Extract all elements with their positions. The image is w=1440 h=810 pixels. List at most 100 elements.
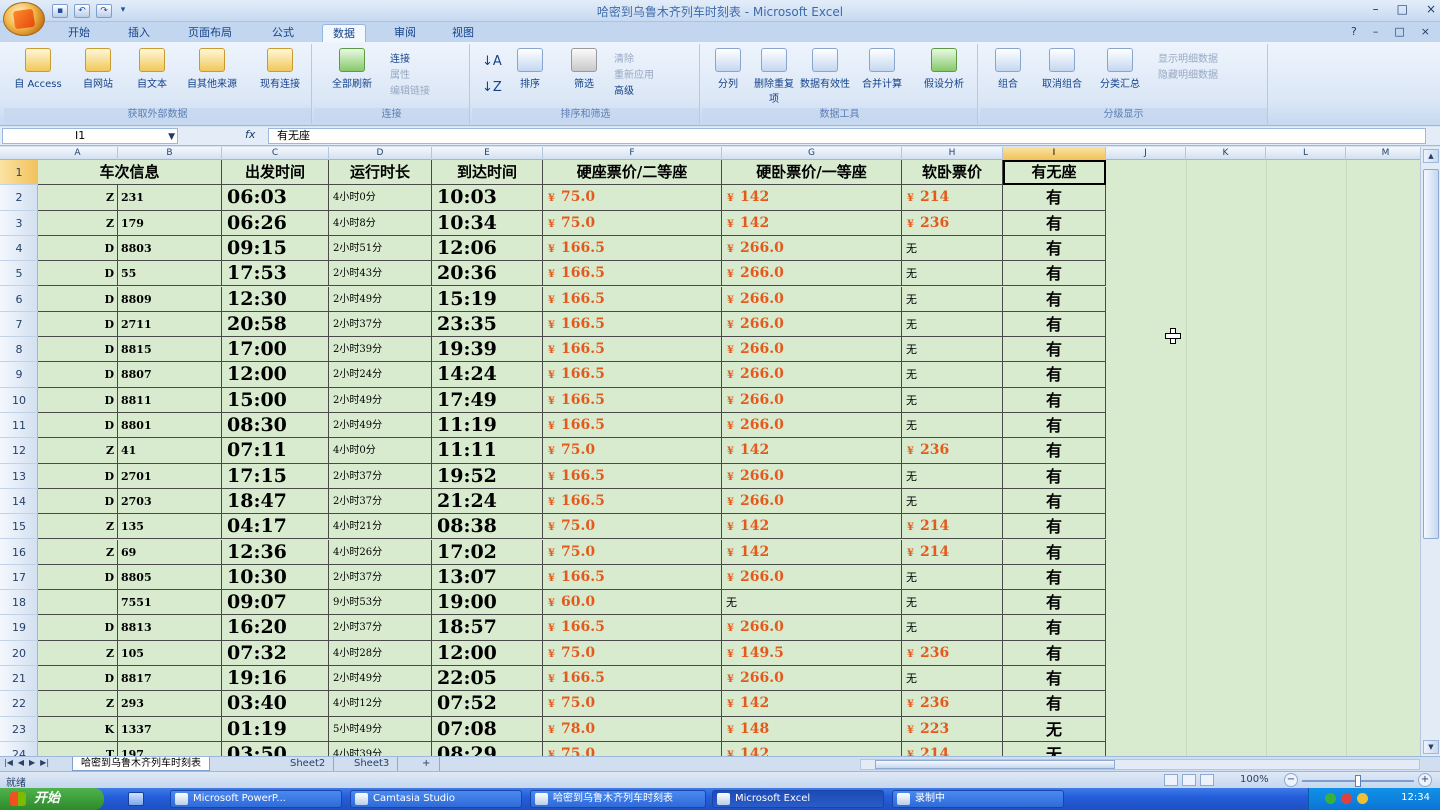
header-availability[interactable]: 有无座 bbox=[1003, 160, 1106, 186]
duration-cell[interactable]: 2小时37分 bbox=[329, 463, 432, 489]
train-type-cell[interactable]: T bbox=[38, 741, 118, 756]
train-type-cell[interactable]: D bbox=[38, 261, 118, 287]
row-header[interactable]: 8 bbox=[0, 337, 38, 363]
sort-asc-icon[interactable]: ↓A bbox=[482, 54, 502, 69]
hard-seat-price-cell[interactable]: ¥166.5 bbox=[543, 235, 722, 262]
train-number-cell[interactable]: 8803 bbox=[118, 235, 222, 262]
normal-view-icon[interactable] bbox=[1164, 774, 1178, 786]
arrival-time-cell[interactable]: 15:19 bbox=[432, 286, 543, 312]
soft-sleeper-price-cell[interactable]: 无 bbox=[902, 362, 1003, 388]
train-number-cell[interactable]: 197 bbox=[118, 741, 222, 756]
availability-cell[interactable]: 有 bbox=[1003, 311, 1106, 338]
departure-time-cell[interactable]: 06:26 bbox=[222, 210, 329, 236]
row-header[interactable]: 17 bbox=[0, 565, 38, 591]
train-number-cell[interactable]: 135 bbox=[118, 514, 222, 540]
hard-sleeper-price-cell[interactable]: ¥266.0 bbox=[722, 337, 902, 363]
availability-cell[interactable]: 有 bbox=[1003, 564, 1106, 591]
soft-sleeper-price-cell[interactable]: ¥214 bbox=[902, 514, 1003, 540]
hard-sleeper-price-cell[interactable]: ¥266.0 bbox=[722, 413, 902, 439]
sheet-tab-sheet3[interactable]: Sheet3 bbox=[346, 757, 399, 771]
hard-seat-price-cell[interactable]: ¥166.5 bbox=[543, 463, 722, 489]
consolidate-button[interactable]: 合并计算 bbox=[854, 48, 910, 90]
column-header-a[interactable]: A bbox=[38, 147, 118, 160]
hard-seat-price-cell[interactable]: ¥75.0 bbox=[543, 741, 722, 756]
hard-seat-price-cell[interactable]: ¥166.5 bbox=[543, 387, 722, 413]
train-type-cell[interactable]: D bbox=[38, 286, 118, 312]
train-number-cell[interactable]: 8811 bbox=[118, 387, 222, 413]
horizontal-scroll-thumb[interactable] bbox=[875, 760, 1115, 769]
ribbon-close-icon[interactable]: × bbox=[1421, 25, 1430, 38]
sort-desc-icon[interactable]: ↓Z bbox=[482, 80, 502, 95]
hard-seat-price-cell[interactable]: ¥75.0 bbox=[543, 539, 722, 565]
name-box-dropdown-icon[interactable]: ▼ bbox=[168, 130, 175, 144]
train-number-cell[interactable]: 179 bbox=[118, 210, 222, 236]
availability-cell[interactable]: 有 bbox=[1003, 387, 1106, 413]
soft-sleeper-price-cell[interactable]: ¥236 bbox=[902, 640, 1003, 666]
tray-network-icon[interactable] bbox=[1325, 793, 1336, 804]
column-header-f[interactable]: F bbox=[543, 147, 722, 160]
hard-seat-price-cell[interactable]: ¥166.5 bbox=[543, 286, 722, 312]
page-layout-view-icon[interactable] bbox=[1182, 774, 1196, 786]
ribbon-restore-icon[interactable]: □ bbox=[1394, 25, 1404, 38]
from-other-sources-button[interactable]: 自其他来源 bbox=[180, 48, 244, 90]
availability-cell[interactable]: 有 bbox=[1003, 691, 1106, 717]
hard-seat-price-cell[interactable]: ¥60.0 bbox=[543, 590, 722, 616]
departure-time-cell[interactable]: 12:30 bbox=[222, 286, 329, 312]
row-header[interactable]: 1 bbox=[0, 160, 38, 186]
column-header-b[interactable]: B bbox=[118, 147, 222, 160]
hard-seat-price-cell[interactable]: ¥75.0 bbox=[543, 185, 722, 211]
departure-time-cell[interactable]: 18:47 bbox=[222, 488, 329, 515]
departure-time-cell[interactable]: 07:11 bbox=[222, 438, 329, 464]
duration-cell[interactable]: 2小时37分 bbox=[329, 488, 432, 515]
train-number-cell[interactable]: 8813 bbox=[118, 615, 222, 641]
header-hard-sleeper[interactable]: 硬卧票价/一等座 bbox=[722, 160, 902, 186]
departure-time-cell[interactable]: 07:32 bbox=[222, 640, 329, 666]
arrival-time-cell[interactable]: 12:06 bbox=[432, 235, 543, 262]
row-header[interactable]: 14 bbox=[0, 489, 38, 515]
soft-sleeper-price-cell[interactable]: 无 bbox=[902, 488, 1003, 515]
hard-seat-price-cell[interactable]: ¥75.0 bbox=[543, 691, 722, 717]
hard-sleeper-price-cell[interactable]: ¥266.0 bbox=[722, 311, 902, 338]
task-timetable-video[interactable]: 哈密到乌鲁木齐列车时刻表 bbox=[530, 790, 706, 808]
duration-cell[interactable]: 2小时49分 bbox=[329, 286, 432, 312]
arrival-time-cell[interactable]: 10:03 bbox=[432, 185, 543, 211]
what-if-analysis-button[interactable]: 假设分析 bbox=[914, 48, 974, 90]
availability-cell[interactable]: 有 bbox=[1003, 286, 1106, 312]
departure-time-cell[interactable]: 08:30 bbox=[222, 413, 329, 439]
train-number-cell[interactable]: 231 bbox=[118, 185, 222, 211]
soft-sleeper-price-cell[interactable]: 无 bbox=[902, 337, 1003, 363]
arrival-time-cell[interactable]: 20:36 bbox=[432, 261, 543, 287]
availability-cell[interactable]: 有 bbox=[1003, 185, 1106, 211]
availability-cell[interactable]: 有 bbox=[1003, 337, 1106, 363]
header-duration[interactable]: 运行时长 bbox=[329, 160, 432, 186]
duration-cell[interactable]: 5小时49分 bbox=[329, 716, 432, 742]
maximize-button[interactable]: □ bbox=[1397, 2, 1408, 16]
soft-sleeper-price-cell[interactable]: 无 bbox=[902, 311, 1003, 338]
row-header[interactable]: 18 bbox=[0, 590, 38, 616]
duration-cell[interactable]: 4小时0分 bbox=[329, 185, 432, 211]
availability-cell[interactable]: 无 bbox=[1003, 741, 1106, 756]
availability-cell[interactable]: 有 bbox=[1003, 539, 1106, 565]
tab-formulas[interactable]: 公式 bbox=[262, 24, 304, 42]
hard-seat-price-cell[interactable]: ¥75.0 bbox=[543, 210, 722, 236]
hard-seat-price-cell[interactable]: ¥166.5 bbox=[543, 362, 722, 388]
column-header-g[interactable]: G bbox=[722, 147, 902, 160]
arrival-time-cell[interactable]: 13:07 bbox=[432, 564, 543, 591]
column-header-d[interactable]: D bbox=[329, 147, 432, 160]
soft-sleeper-price-cell[interactable]: ¥236 bbox=[902, 210, 1003, 236]
hard-seat-price-cell[interactable]: ¥166.5 bbox=[543, 261, 722, 287]
row-header[interactable]: 22 bbox=[0, 691, 38, 717]
train-type-cell[interactable]: Z bbox=[38, 438, 118, 464]
start-button[interactable]: 开始 bbox=[0, 788, 104, 810]
departure-time-cell[interactable]: 09:15 bbox=[222, 235, 329, 262]
duration-cell[interactable]: 4小时12分 bbox=[329, 691, 432, 717]
departure-time-cell[interactable]: 17:15 bbox=[222, 463, 329, 489]
group-button[interactable]: 组合 bbox=[986, 48, 1030, 90]
hard-sleeper-price-cell[interactable]: ¥142 bbox=[722, 514, 902, 540]
departure-time-cell[interactable]: 10:30 bbox=[222, 564, 329, 591]
train-number-cell[interactable]: 105 bbox=[118, 640, 222, 666]
arrival-time-cell[interactable]: 18:57 bbox=[432, 615, 543, 641]
vertical-scroll-thumb[interactable] bbox=[1423, 169, 1439, 539]
hard-sleeper-price-cell[interactable]: ¥266.0 bbox=[722, 235, 902, 262]
first-sheet-icon[interactable]: |◀ bbox=[4, 758, 13, 767]
